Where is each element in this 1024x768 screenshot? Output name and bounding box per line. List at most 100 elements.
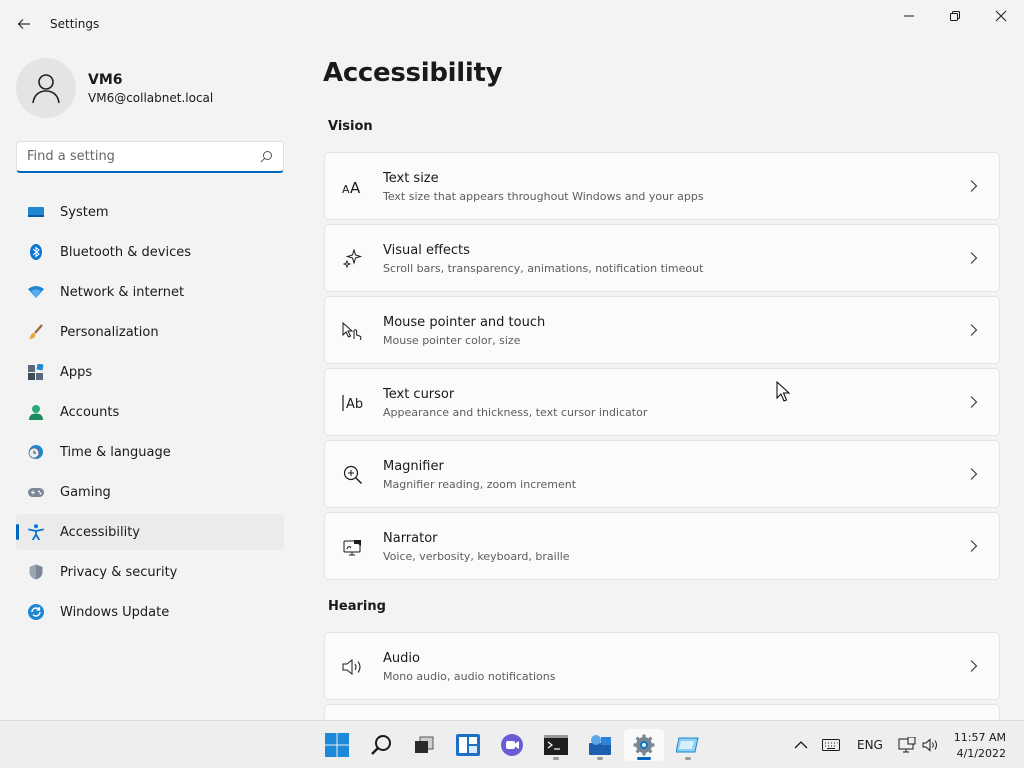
back-button[interactable] — [10, 10, 38, 38]
setting-title: Visual effects — [383, 243, 470, 258]
network-icon — [28, 284, 44, 300]
chevron-right-icon — [970, 396, 978, 408]
minimize-icon — [904, 15, 914, 17]
svg-text:Ab: Ab — [346, 397, 363, 412]
pointer-touch-icon — [341, 321, 365, 341]
sidebar-item-label: Network & internet — [60, 284, 185, 300]
sidebar-item-personalization[interactable]: Personalization — [16, 314, 284, 350]
setting-narrator[interactable]: Narrator Voice, verbosity, keyboard, bra… — [324, 512, 1000, 580]
volume-button[interactable] — [922, 721, 940, 768]
system-icon — [28, 204, 44, 220]
search-icon[interactable] — [260, 150, 273, 163]
setting-text-size[interactable]: AA Text size Text size that appears thro… — [324, 152, 1000, 220]
sidebar-item-gaming[interactable]: Gaming — [16, 474, 284, 510]
chevron-right-icon — [970, 660, 978, 672]
gamepad-icon — [28, 484, 44, 500]
setting-visual-effects[interactable]: Visual effects Scroll bars, transparency… — [324, 224, 1000, 292]
setting-text-cursor[interactable]: Ab Text cursor Appearance and thickness,… — [324, 368, 1000, 436]
svg-text:A: A — [350, 180, 361, 194]
terminal-button[interactable] — [536, 729, 576, 761]
sidebar-item-label: Gaming — [60, 484, 111, 500]
chevron-right-icon — [970, 540, 978, 552]
start-button[interactable] — [317, 729, 357, 761]
search-input[interactable] — [27, 149, 260, 164]
section-title-hearing: Hearing — [328, 599, 386, 614]
chat-icon — [501, 734, 523, 756]
avatar — [16, 58, 76, 118]
accounts-icon — [28, 404, 44, 420]
narrator-icon — [341, 537, 365, 557]
search-box — [16, 141, 284, 173]
clock-icon — [28, 444, 44, 460]
keyboard-icon — [822, 739, 840, 751]
chat-button[interactable] — [492, 729, 532, 761]
section-title-vision: Vision — [328, 119, 373, 134]
person-icon — [32, 74, 60, 104]
widgets-icon — [456, 734, 480, 756]
restore-button[interactable] — [932, 0, 978, 32]
sidebar-item-label: Personalization — [60, 324, 159, 340]
sidebar-nav: System Bluetooth & devices Network & int… — [16, 194, 284, 634]
search-icon — [371, 735, 391, 755]
running-indicator — [597, 757, 603, 760]
sidebar-item-bluetooth[interactable]: Bluetooth & devices — [16, 234, 284, 270]
sidebar-item-system[interactable]: System — [16, 194, 284, 230]
remote-app-button[interactable] — [580, 729, 620, 761]
user-email: VM6@collabnet.local — [88, 90, 214, 105]
clock-date: 4/1/2022 — [956, 747, 1006, 760]
back-arrow-icon — [17, 19, 30, 29]
sidebar-item-accounts[interactable]: Accounts — [16, 394, 284, 430]
settings-taskbar-button[interactable] — [624, 729, 664, 761]
minimize-button[interactable] — [886, 0, 932, 32]
setting-description: Mouse pointer color, size — [383, 334, 521, 347]
running-indicator — [553, 757, 559, 760]
sidebar-item-label: Bluetooth & devices — [60, 244, 191, 260]
sidebar-item-label: Time & language — [60, 444, 171, 460]
setting-magnifier[interactable]: Magnifier Magnifier reading, zoom increm… — [324, 440, 1000, 508]
update-icon — [28, 604, 44, 620]
setting-title: Text cursor — [383, 387, 455, 402]
active-indicator — [637, 757, 651, 760]
sidebar-item-privacy-security[interactable]: Privacy & security — [16, 554, 284, 590]
sidebar-item-apps[interactable]: Apps — [16, 354, 284, 390]
sidebar-item-accessibility[interactable]: Accessibility — [16, 514, 284, 550]
sidebar-item-label: Accounts — [60, 404, 120, 420]
setting-description: Voice, verbosity, keyboard, braille — [383, 550, 570, 563]
close-icon — [995, 10, 1007, 22]
terminal-icon — [544, 735, 568, 755]
language-indicator[interactable]: ENG — [857, 721, 883, 768]
sparkle-icon — [341, 249, 365, 269]
sidebar-item-label: System — [60, 204, 109, 220]
title-bar: Settings — [0, 0, 1024, 48]
keyboard-button[interactable] — [822, 721, 840, 768]
magnifier-icon — [341, 465, 365, 485]
sidebar-item-windows-update[interactable]: Windows Update — [16, 594, 284, 630]
app-button[interactable] — [668, 729, 708, 761]
bluetooth-icon — [28, 244, 44, 260]
setting-title: Mouse pointer and touch — [383, 315, 546, 330]
chevron-right-icon — [970, 468, 978, 480]
taskbar-search-button[interactable] — [361, 729, 401, 761]
chevron-up-icon — [794, 741, 808, 749]
show-hidden-icons-button[interactable] — [794, 721, 808, 768]
clock-time: 11:57 AM — [953, 731, 1006, 744]
clock[interactable]: 11:57 AM 4/1/2022 — [954, 730, 1006, 762]
sidebar-item-network[interactable]: Network & internet — [16, 274, 284, 310]
network-status-icon — [898, 737, 916, 753]
network-status-button[interactable] — [898, 721, 916, 768]
shield-icon — [28, 564, 44, 580]
setting-audio[interactable]: Audio Mono audio, audio notifications — [324, 632, 1000, 700]
task-view-icon — [415, 736, 434, 753]
setting-mouse-pointer-touch[interactable]: Mouse pointer and touch Mouse pointer co… — [324, 296, 1000, 364]
widgets-button[interactable] — [448, 729, 488, 761]
setting-title: Narrator — [383, 531, 438, 546]
sidebar-item-time-language[interactable]: Time & language — [16, 434, 284, 470]
task-view-button[interactable] — [404, 729, 444, 761]
apps-icon — [28, 364, 44, 380]
gear-icon — [633, 734, 655, 756]
volume-icon — [922, 738, 937, 752]
user-profile[interactable]: VM6 VM6@collabnet.local — [16, 58, 213, 118]
mouse-cursor-icon — [776, 381, 790, 402]
close-button[interactable] — [978, 0, 1024, 32]
speaker-icon — [341, 657, 365, 677]
